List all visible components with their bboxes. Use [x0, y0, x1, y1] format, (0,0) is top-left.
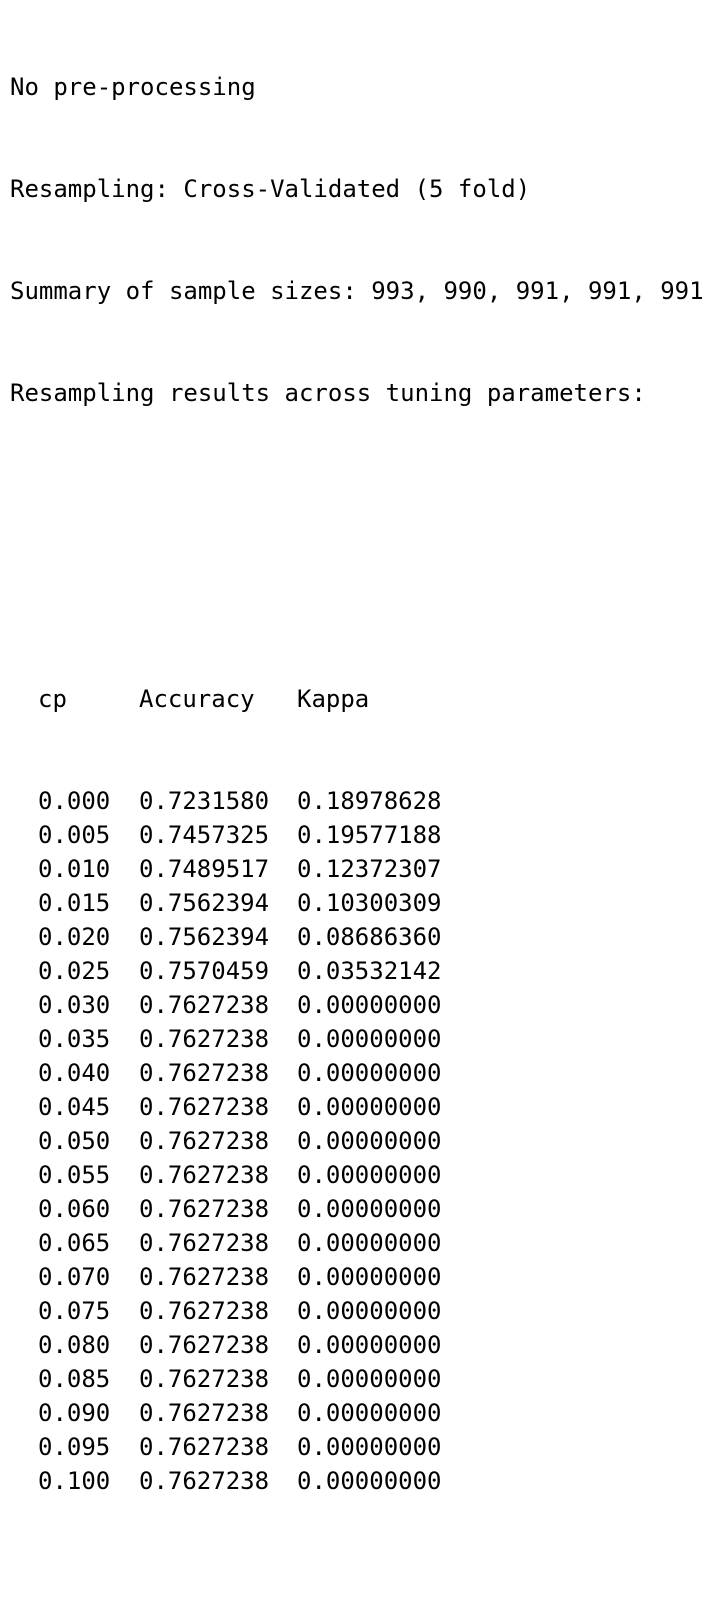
cell-kappa: 0.00000000 — [297, 1229, 442, 1257]
console-output: No pre-processing Resampling: Cross-Vali… — [10, 2, 704, 1600]
table-row: 0.070 0.7627238 0.00000000 — [10, 1260, 704, 1294]
resampling-line: Resampling: Cross-Validated (5 fold) — [10, 175, 531, 203]
cell-cp: 0.080 — [38, 1331, 111, 1359]
cell-accuracy: 0.7627238 — [139, 1229, 270, 1257]
cell-kappa: 0.00000000 — [297, 1467, 442, 1495]
cell-accuracy: 0.7627238 — [139, 1433, 270, 1461]
table-row: 0.060 0.7627238 0.00000000 — [10, 1192, 704, 1226]
cell-cp: 0.050 — [38, 1127, 111, 1155]
cell-kappa: 0.00000000 — [297, 1161, 442, 1189]
tuning-results-line: Resampling results across tuning paramet… — [10, 379, 646, 407]
table-row: 0.040 0.7627238 0.00000000 — [10, 1056, 704, 1090]
cell-cp: 0.095 — [38, 1433, 111, 1461]
cell-cp: 0.035 — [38, 1025, 111, 1053]
cell-kappa: 0.00000000 — [297, 1195, 442, 1223]
cell-cp: 0.015 — [38, 889, 111, 917]
cell-accuracy: 0.7489517 — [139, 855, 270, 883]
cell-accuracy: 0.7457325 — [139, 821, 270, 849]
cell-cp: 0.045 — [38, 1093, 111, 1121]
cell-cp: 0.065 — [38, 1229, 111, 1257]
table-row: 0.025 0.7570459 0.03532142 — [10, 954, 704, 988]
cell-accuracy: 0.7627238 — [139, 1195, 270, 1223]
table-row: 0.095 0.7627238 0.00000000 — [10, 1430, 704, 1464]
cell-cp: 0.005 — [38, 821, 111, 849]
table-row: 0.085 0.7627238 0.00000000 — [10, 1362, 704, 1396]
cell-cp: 0.010 — [38, 855, 111, 883]
preprocessing-line: No pre-processing — [10, 73, 256, 101]
cell-cp: 0.000 — [38, 787, 111, 815]
table-row: 0.005 0.7457325 0.19577188 — [10, 818, 704, 852]
cell-accuracy: 0.7627238 — [139, 1331, 270, 1359]
cell-kappa: 0.03532142 — [297, 957, 442, 985]
cell-accuracy: 0.7627238 — [139, 1297, 270, 1325]
cell-kappa: 0.19577188 — [297, 821, 442, 849]
column-header-cp: cp — [38, 685, 67, 713]
table-row: 0.080 0.7627238 0.00000000 — [10, 1328, 704, 1362]
cell-accuracy: 0.7627238 — [139, 1093, 270, 1121]
cell-accuracy: 0.7562394 — [139, 923, 270, 951]
cell-kappa: 0.18978628 — [297, 787, 442, 815]
sample-sizes-line: Summary of sample sizes: 993, 990, 991, … — [10, 277, 704, 305]
cell-accuracy: 0.7562394 — [139, 889, 270, 917]
table-row: 0.020 0.7562394 0.08686360 — [10, 920, 704, 954]
cell-kappa: 0.00000000 — [297, 1059, 442, 1087]
cell-accuracy: 0.7627238 — [139, 1127, 270, 1155]
cell-cp: 0.040 — [38, 1059, 111, 1087]
table-row: 0.010 0.7489517 0.12372307 — [10, 852, 704, 886]
column-header-accuracy: Accuracy — [139, 685, 255, 713]
cell-cp: 0.075 — [38, 1297, 111, 1325]
cell-accuracy: 0.7570459 — [139, 957, 270, 985]
table-row: 0.065 0.7627238 0.00000000 — [10, 1226, 704, 1260]
table-header-row: cp Accuracy Kappa — [10, 682, 704, 716]
table-row: 0.100 0.7627238 0.00000000 — [10, 1464, 704, 1498]
cell-cp: 0.060 — [38, 1195, 111, 1223]
cell-cp: 0.085 — [38, 1365, 111, 1393]
table-row: 0.055 0.7627238 0.00000000 — [10, 1158, 704, 1192]
cell-cp: 0.025 — [38, 957, 111, 985]
cell-accuracy: 0.7627238 — [139, 1025, 270, 1053]
cell-kappa: 0.08686360 — [297, 923, 442, 951]
cell-cp: 0.020 — [38, 923, 111, 951]
cell-accuracy: 0.7627238 — [139, 1365, 270, 1393]
cell-kappa: 0.00000000 — [297, 1025, 442, 1053]
table-row: 0.045 0.7627238 0.00000000 — [10, 1090, 704, 1124]
cell-kappa: 0.00000000 — [297, 991, 442, 1019]
cell-cp: 0.090 — [38, 1399, 111, 1427]
cell-cp: 0.030 — [38, 991, 111, 1019]
cell-kappa: 0.00000000 — [297, 1127, 442, 1155]
cell-cp: 0.055 — [38, 1161, 111, 1189]
table-row: 0.015 0.7562394 0.10300309 — [10, 886, 704, 920]
table-row: 0.090 0.7627238 0.00000000 — [10, 1396, 704, 1430]
cell-kappa: 0.00000000 — [297, 1331, 442, 1359]
table-row: 0.075 0.7627238 0.00000000 — [10, 1294, 704, 1328]
cell-kappa: 0.00000000 — [297, 1093, 442, 1121]
table-row: 0.030 0.7627238 0.00000000 — [10, 988, 704, 1022]
column-header-kappa: Kappa — [297, 685, 370, 713]
cell-kappa: 0.00000000 — [297, 1433, 442, 1461]
cell-cp: 0.100 — [38, 1467, 111, 1495]
cell-kappa: 0.00000000 — [297, 1399, 442, 1427]
cell-cp: 0.070 — [38, 1263, 111, 1291]
cell-kappa: 0.00000000 — [297, 1365, 442, 1393]
table-row: 0.035 0.7627238 0.00000000 — [10, 1022, 704, 1056]
cell-accuracy: 0.7627238 — [139, 1399, 270, 1427]
table-row: 0.000 0.7231580 0.18978628 — [10, 784, 704, 818]
results-table: cp Accuracy Kappa 0.000 0.7231580 0.18978628… — [10, 614, 704, 1566]
cell-kappa: 0.00000000 — [297, 1297, 442, 1325]
cell-accuracy: 0.7231580 — [139, 787, 270, 815]
cell-accuracy: 0.7627238 — [139, 991, 270, 1019]
table-row: 0.050 0.7627238 0.00000000 — [10, 1124, 704, 1158]
cell-kappa: 0.10300309 — [297, 889, 442, 917]
cell-kappa: 0.12372307 — [297, 855, 442, 883]
cell-accuracy: 0.7627238 — [139, 1161, 270, 1189]
cell-accuracy: 0.7627238 — [139, 1263, 270, 1291]
table-body: 0.000 0.7231580 0.18978628 0.005 0.7457325 0.… — [10, 784, 704, 1498]
cell-accuracy: 0.7627238 — [139, 1467, 270, 1495]
cell-kappa: 0.00000000 — [297, 1263, 442, 1291]
cell-accuracy: 0.7627238 — [139, 1059, 270, 1087]
